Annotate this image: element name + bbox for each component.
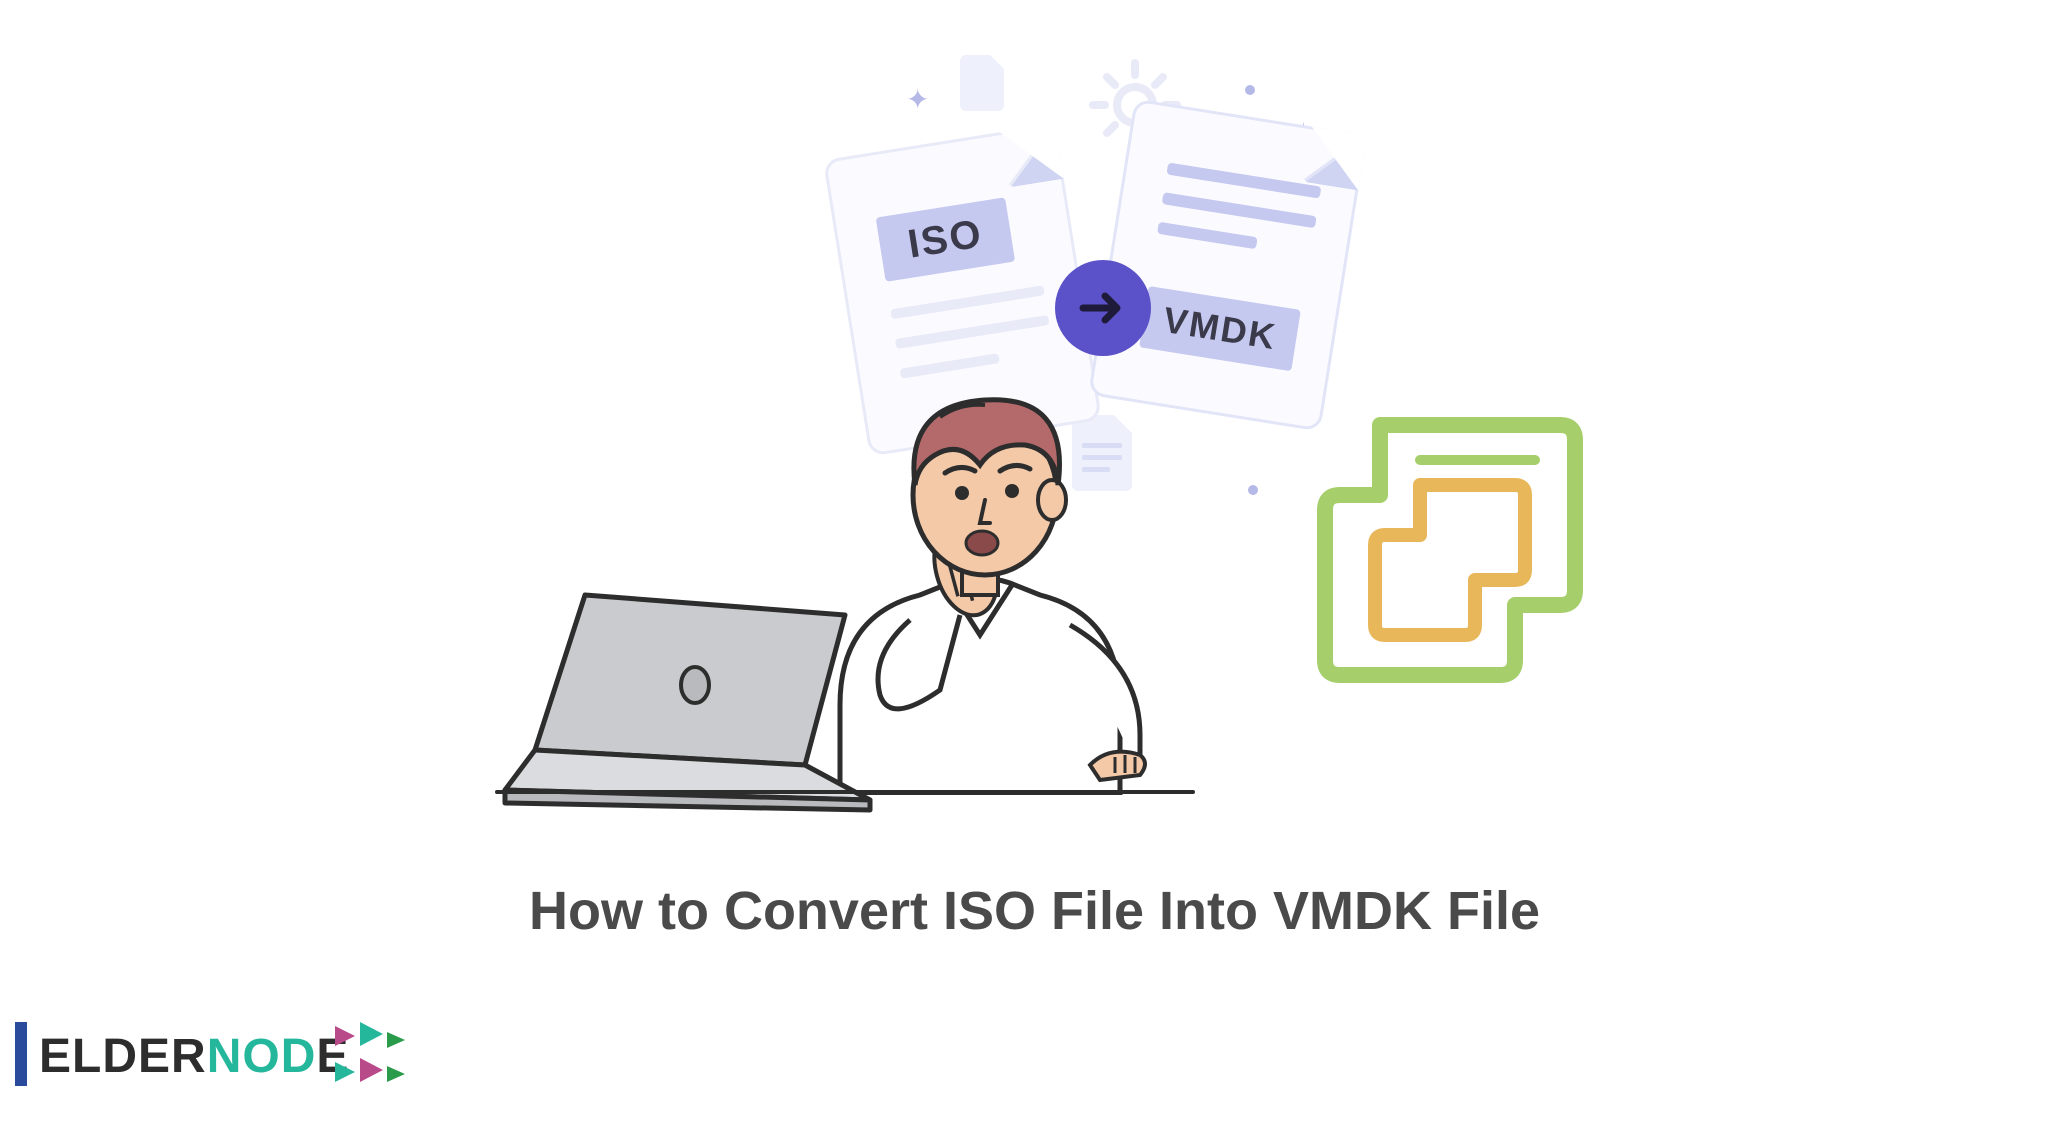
doc-line (895, 315, 1050, 349)
svg-text:ELDERNODE: ELDERNODE (39, 1030, 349, 1083)
doc-line (1157, 222, 1258, 249)
arrow-right-icon (1055, 260, 1151, 356)
source-file-label: ISO (876, 197, 1015, 282)
article-title: How to Convert ISO File Into VMDK File (0, 880, 2069, 942)
laptop-icon (495, 585, 875, 815)
desk-line (495, 790, 1195, 794)
vmware-workstation-icon (1310, 405, 1590, 695)
doc-line (1162, 192, 1317, 228)
doc-line (1166, 162, 1321, 198)
decorative-dot-icon (1248, 485, 1258, 495)
plus-sparkle-icon: ✦ (906, 83, 929, 116)
illustration-canvas: ✦ ✦ ISO VMDK (0, 0, 2069, 1134)
eldernode-logo: ELDERNODE (15, 1014, 435, 1094)
background-doc-icon (960, 55, 1004, 111)
decorative-dot-icon (1245, 85, 1255, 95)
doc-line (890, 285, 1045, 319)
